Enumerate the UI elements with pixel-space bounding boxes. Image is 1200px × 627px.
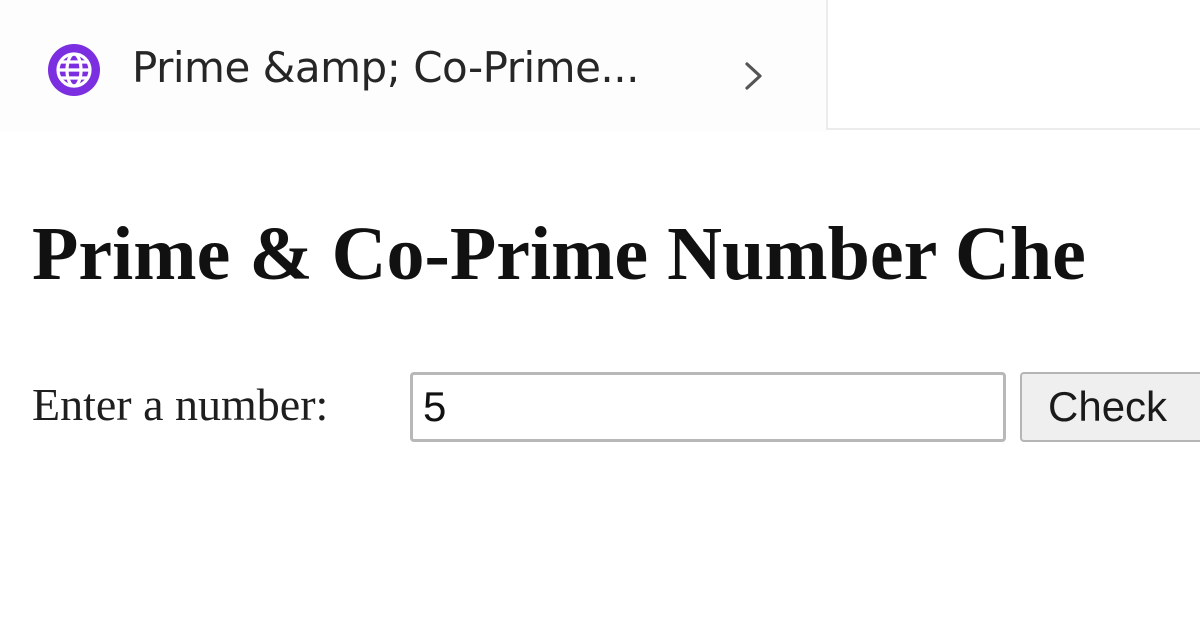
number-input-label: Enter a number: xyxy=(32,379,329,430)
chevron-right-icon[interactable] xyxy=(738,56,770,96)
tab-strip-empty-area xyxy=(826,0,1200,130)
browser-tab-strip: Prime &amp; Co-Prime... xyxy=(0,0,1200,132)
number-check-form: Enter a number: Check xyxy=(32,370,1200,444)
check-button[interactable]: Check xyxy=(1020,372,1200,442)
globe-icon xyxy=(46,42,102,98)
page-title: Prime & Co-Prime Number Che xyxy=(32,212,1086,296)
number-input[interactable] xyxy=(410,372,1006,442)
tab-title: Prime &amp; Co-Prime... xyxy=(132,43,639,92)
browser-tab[interactable]: Prime &amp; Co-Prime... xyxy=(0,0,826,132)
